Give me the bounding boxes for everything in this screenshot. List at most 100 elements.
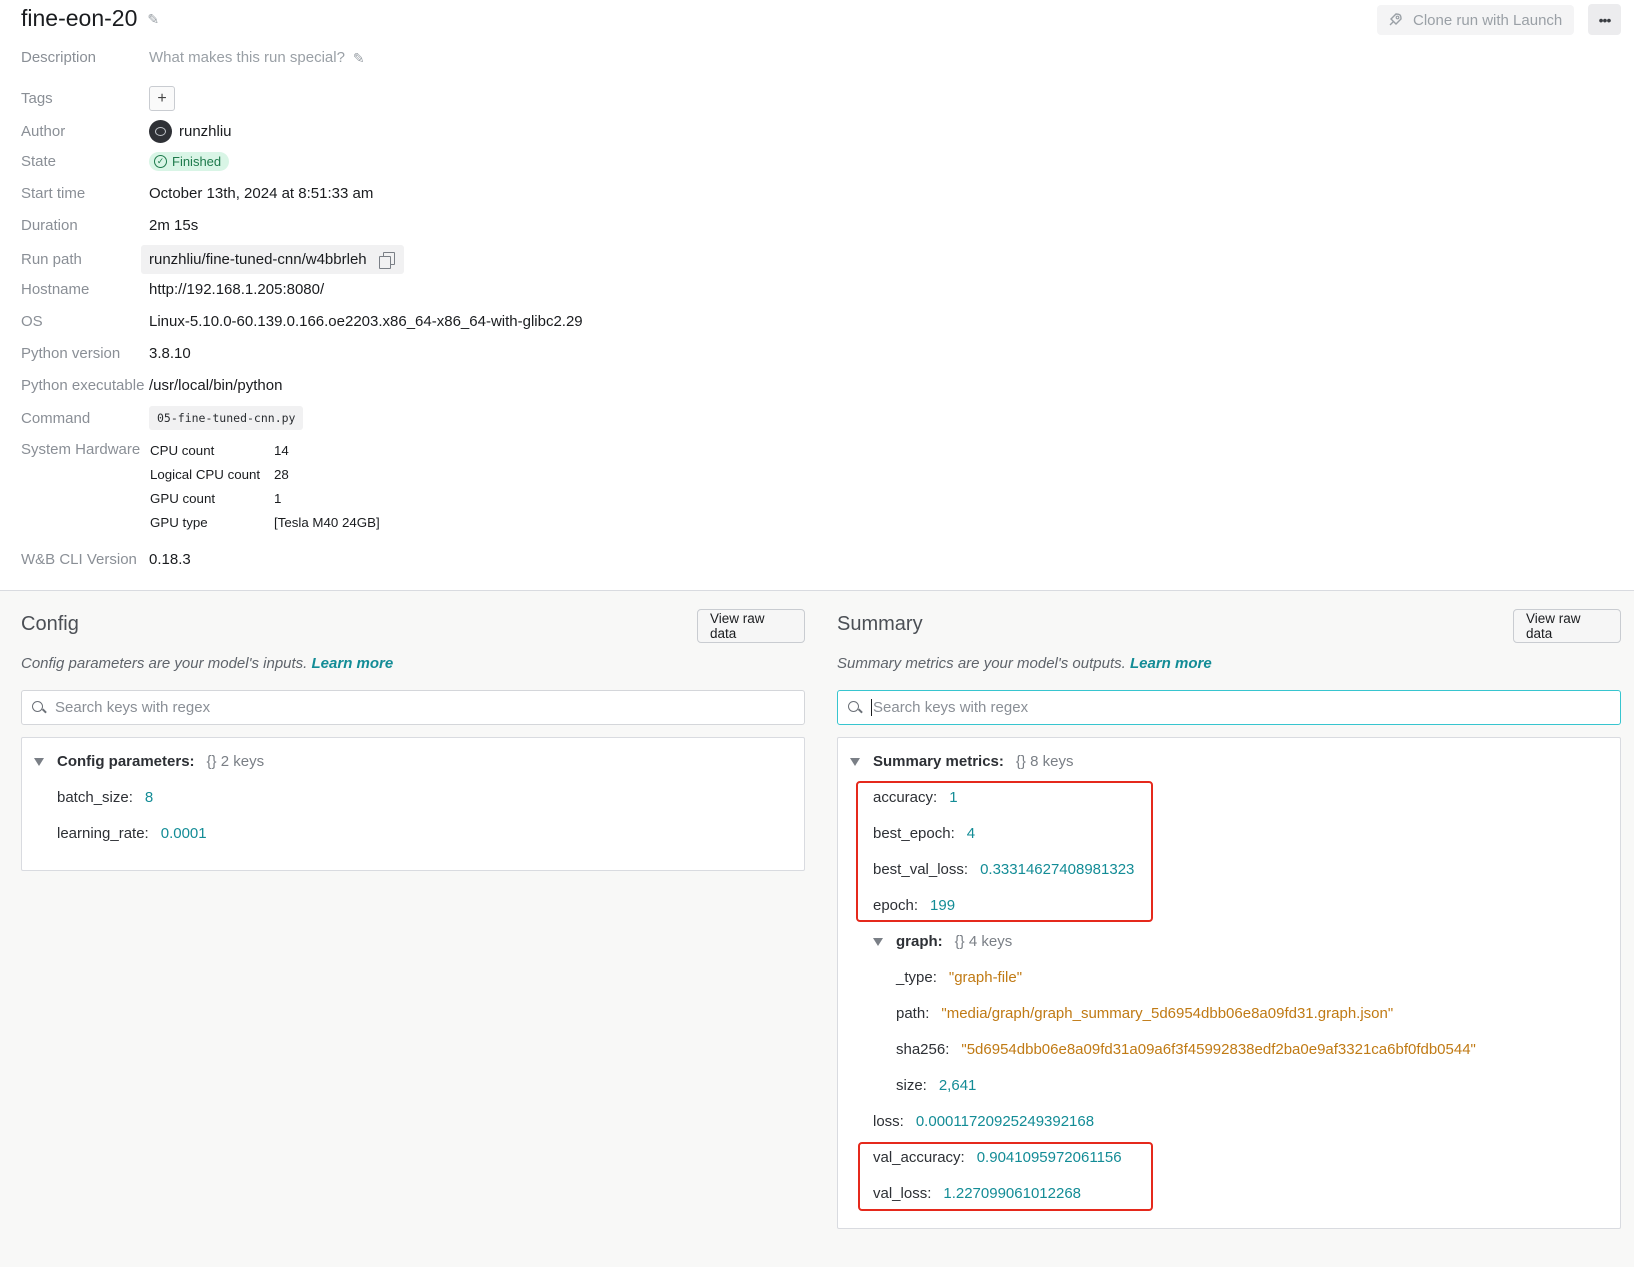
system-hardware-table: CPU count 14 Logical CPU count 28 GPU co… (150, 443, 394, 530)
config-search-placeholder: Search keys with regex (55, 699, 211, 716)
duration-label: Duration (21, 217, 78, 234)
highlight-box-top (856, 781, 1153, 922)
graph-value: "graph-file" (948, 969, 1023, 986)
config-subtitle: Config parameters are your model's input… (21, 655, 393, 672)
avatar[interactable] (149, 120, 172, 143)
collapse-triangle-icon[interactable] (850, 757, 860, 766)
run-path-row: Run path runzhliu/fine-tuned-cnn/w4bbrle… (21, 245, 404, 274)
state-label: State (21, 153, 57, 170)
search-icon (32, 700, 46, 715)
graph-key: sha256: (896, 1041, 950, 1058)
summary-group-header[interactable]: Summary metrics: {} 8 keys (850, 753, 1073, 770)
command-row: Command 05-fine-tuned-cnn.py (21, 406, 304, 430)
config-key: batch_size: (57, 789, 133, 806)
config-row: learning_rate: 0.0001 (57, 825, 207, 842)
author-label: Author (21, 123, 66, 140)
graph-value: "media/graph/graph_summary_5d6954dbb06e8… (941, 1005, 1394, 1022)
more-options-button[interactable]: ••• (1588, 4, 1621, 35)
hostname-value: http://192.168.1.205:8080/ (149, 281, 325, 298)
hostname-row: Hostname http://192.168.1.205:8080/ (21, 281, 324, 298)
clone-run-with-launch-button[interactable]: Clone run with Launch (1377, 5, 1575, 35)
os-value: Linux-5.10.0-60.139.0.166.oe2203.x86_64-… (149, 313, 583, 330)
tags-label: Tags (21, 90, 53, 107)
system-hardware-label: System Hardware (21, 441, 141, 458)
hw-key: GPU type (150, 515, 208, 530)
highlight-box-bottom (858, 1142, 1153, 1211)
summary-view-raw-data-button[interactable]: View raw data (1513, 609, 1621, 643)
description-field[interactable]: What makes this run special? ✎ (149, 49, 367, 66)
config-group-header[interactable]: Config parameters: {} 2 keys (34, 753, 264, 770)
pencil-icon[interactable]: ✎ (147, 12, 161, 26)
status-badge: ✓ Finished (149, 152, 230, 171)
search-icon (848, 700, 862, 715)
python-executable-value: /usr/local/bin/python (149, 377, 283, 394)
run-path-box: runzhliu/fine-tuned-cnn/w4bbrleh (141, 245, 404, 274)
add-tag-button[interactable]: + (149, 86, 175, 111)
graph-group-name: graph: (896, 933, 943, 950)
python-version-value: 3.8.10 (149, 345, 191, 362)
python-version-label: Python version (21, 345, 121, 362)
graph-group-header[interactable]: graph: {} 4 keys (873, 933, 1012, 950)
hw-value: 14 (274, 443, 289, 458)
summary-group-meta: {} 8 keys (1015, 753, 1074, 770)
status-text: Finished (172, 154, 222, 169)
run-overview-section: fine-eon-20 ✎ Clone run with Launch ••• … (0, 0, 1634, 591)
summary-search-input[interactable]: Search keys with regex (837, 690, 1621, 725)
python-version-row: Python version 3.8.10 (21, 345, 191, 362)
system-hardware-row: System Hardware (21, 441, 149, 458)
os-row: OS Linux-5.10.0-60.139.0.166.oe2203.x86_… (21, 313, 583, 330)
python-executable-row: Python executable /usr/local/bin/python (21, 377, 282, 394)
config-learn-more-link[interactable]: Learn more (312, 655, 394, 672)
summary-value: 0.00011720925249392168 (915, 1113, 1095, 1130)
summary-title: Summary (837, 613, 923, 635)
text-caret (871, 699, 872, 716)
graph-value: 2,641 (938, 1077, 977, 1094)
graph-group-meta: {} 4 keys (954, 933, 1013, 950)
config-tree: Config parameters: {} 2 keys batch_size:… (21, 737, 805, 871)
graph-key: size: (896, 1077, 927, 1094)
graph-key: _type: (896, 969, 937, 986)
pencil-icon[interactable]: ✎ (353, 51, 367, 65)
author-row: Author runzhliu (21, 120, 232, 143)
duration-value: 2m 15s (149, 217, 199, 234)
graph-row: sha256: "5d6954dbb06e8a09fd31a09a6f3f459… (896, 1041, 1476, 1058)
summary-row: loss: 0.00011720925249392168 (873, 1113, 1094, 1130)
os-label: OS (21, 313, 43, 330)
command-value: 05-fine-tuned-cnn.py (149, 406, 304, 430)
config-subtitle-text: Config parameters are your model's input… (21, 655, 308, 672)
run-name: fine-eon-20 (21, 5, 138, 31)
more-icon: ••• (1598, 11, 1612, 28)
collapse-triangle-icon[interactable] (873, 937, 883, 946)
start-time-row: Start time October 13th, 2024 at 8:51:33… (21, 185, 373, 202)
summary-subtitle-text: Summary metrics are your model's outputs… (837, 655, 1126, 672)
graph-row: size: 2,641 (896, 1077, 976, 1094)
description-row: Description What makes this run special?… (21, 49, 367, 66)
config-view-raw-data-button[interactable]: View raw data (697, 609, 805, 643)
config-title: Config (21, 613, 79, 635)
summary-learn-more-link[interactable]: Learn more (1130, 655, 1212, 672)
hw-value: 28 (274, 467, 289, 482)
start-time-value: October 13th, 2024 at 8:51:33 am (149, 185, 374, 202)
summary-subtitle: Summary metrics are your model's outputs… (837, 655, 1212, 672)
summary-search-placeholder: Search keys with regex (873, 699, 1029, 716)
graph-row: path: "media/graph/graph_summary_5d6954d… (896, 1005, 1393, 1022)
author-name[interactable]: runzhliu (179, 123, 232, 140)
graph-key: path: (896, 1005, 930, 1022)
graph-row: _type: "graph-file" (896, 969, 1022, 986)
config-search-input[interactable]: Search keys with regex (21, 690, 805, 725)
tags-row: Tags + (21, 86, 175, 111)
hw-value: [Tesla M40 24GB] (274, 515, 380, 530)
state-row: State ✓ Finished (21, 152, 230, 171)
cli-version-row: W&B CLI Version 0.18.3 (21, 551, 191, 568)
copy-icon[interactable] (378, 252, 395, 269)
clone-label: Clone run with Launch (1413, 11, 1563, 29)
collapse-triangle-icon[interactable] (34, 757, 44, 766)
hw-key: CPU count (150, 443, 215, 458)
duration-row: Duration 2m 15s (21, 217, 198, 234)
description-label: Description (21, 49, 97, 66)
hw-value: 1 (274, 491, 282, 506)
config-value: 8 (144, 789, 154, 806)
summary-group-name: Summary metrics: (873, 753, 1004, 770)
python-executable-label: Python executable (21, 377, 145, 394)
rocket-icon (1389, 13, 1402, 26)
